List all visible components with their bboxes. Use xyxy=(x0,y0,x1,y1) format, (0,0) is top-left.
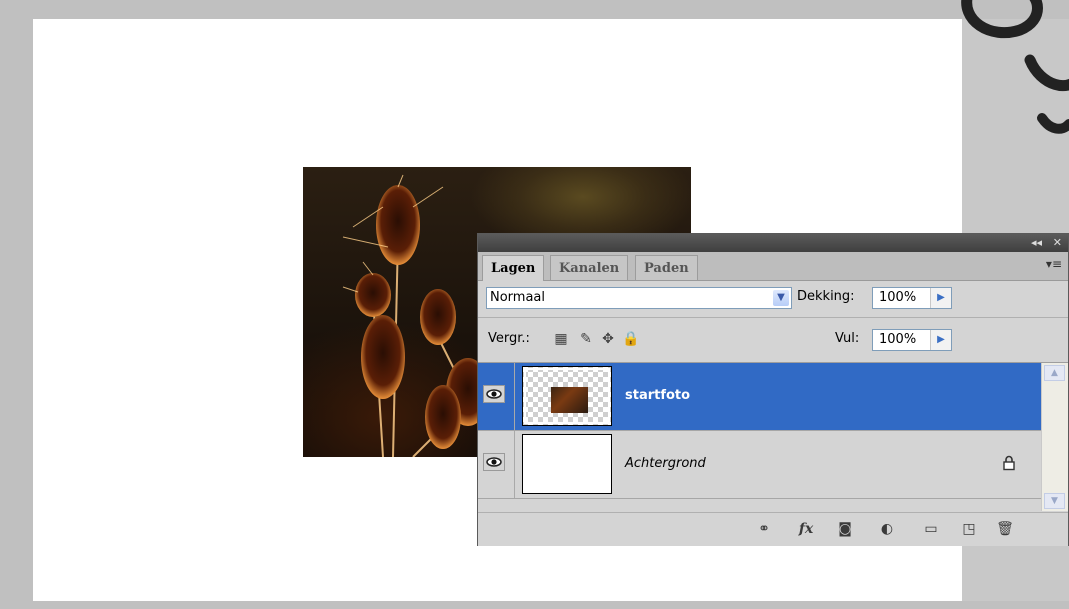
panel-menu-icon[interactable]: ▾≡ xyxy=(1046,257,1062,271)
layer-row-startfoto[interactable]: startfoto xyxy=(478,363,1041,431)
fill-label: Vul: xyxy=(835,331,860,346)
thumbnail-photo xyxy=(551,387,588,413)
lock-label: Vergr.: xyxy=(488,331,530,346)
blend-row: Normaal ▼ Dekking: 100% ▶ xyxy=(478,280,1068,318)
scroll-down-icon[interactable]: ▼ xyxy=(1044,493,1065,509)
fill-field[interactable]: 100% ▶ xyxy=(872,329,952,351)
folder-icon[interactable]: ▭ xyxy=(920,519,942,539)
panel-titlebar[interactable]: ◂◂ ✕ xyxy=(478,234,1068,252)
collapse-icon[interactable]: ◂◂ xyxy=(1031,235,1042,251)
lock-paint-icon[interactable]: ✎ xyxy=(578,331,594,347)
opacity-slider-arrow-icon[interactable]: ▶ xyxy=(930,288,951,308)
fill-value[interactable]: 100% xyxy=(879,332,916,347)
blend-mode-value: Normaal xyxy=(490,290,546,305)
layer-thumbnail[interactable] xyxy=(522,434,612,494)
lock-position-icon[interactable]: ✥ xyxy=(600,331,616,347)
opacity-value[interactable]: 100% xyxy=(879,290,916,305)
tab-lagen[interactable]: Lagen xyxy=(482,255,545,281)
layer-divider xyxy=(514,363,515,430)
tab-paden[interactable]: Paden xyxy=(635,255,698,280)
layer-name[interactable]: startfoto xyxy=(625,388,690,403)
lock-all-icon[interactable]: 🔒 xyxy=(622,331,639,347)
visibility-eye-icon[interactable] xyxy=(483,453,505,471)
layer-name[interactable]: Achtergrond xyxy=(625,456,706,471)
lock-transparent-icon[interactable]: ▦ xyxy=(553,331,569,347)
lock-row: Vergr.: ▦ ✎ ✥ 🔒 Vul: 100% ▶ xyxy=(478,318,1068,363)
layers-list: startfoto Achtergrond ▲ ▼ xyxy=(478,363,1068,511)
tab-kanalen[interactable]: Kanalen xyxy=(550,255,629,280)
fx-icon[interactable]: fx xyxy=(792,519,820,539)
lock-icon xyxy=(1002,455,1016,471)
layer-divider xyxy=(514,431,515,498)
link-icon[interactable]: ⚭ xyxy=(750,519,778,539)
chevron-down-icon[interactable]: ▼ xyxy=(773,290,789,306)
close-icon[interactable]: ✕ xyxy=(1053,235,1062,251)
scroll-up-icon[interactable]: ▲ xyxy=(1044,365,1065,381)
panel-tabbar: Lagen Kanalen Paden ▾≡ xyxy=(478,252,1068,281)
trash-icon[interactable]: 🗑 xyxy=(994,519,1016,539)
layer-thumbnail[interactable] xyxy=(522,366,612,426)
fill-slider-arrow-icon[interactable]: ▶ xyxy=(930,330,951,350)
layers-scrollbar[interactable]: ▲ ▼ xyxy=(1041,363,1068,511)
opacity-field[interactable]: 100% ▶ xyxy=(872,287,952,309)
mask-icon[interactable]: ◙ xyxy=(834,519,856,539)
layers-panel: ◂◂ ✕ Lagen Kanalen Paden ▾≡ Normaal ▼ De… xyxy=(477,233,1069,546)
adjustment-icon[interactable]: ◐ xyxy=(874,519,900,539)
panel-bottom-toolbar: ⚭ fx ◙ ◐ ▭ ◳ 🗑 xyxy=(478,512,1068,546)
visibility-eye-icon[interactable] xyxy=(483,385,505,403)
opacity-label: Dekking: xyxy=(797,289,855,304)
new-layer-icon[interactable]: ◳ xyxy=(958,519,980,539)
blend-mode-select[interactable]: Normaal ▼ xyxy=(486,287,792,309)
layer-row-achtergrond[interactable]: Achtergrond xyxy=(478,431,1041,499)
